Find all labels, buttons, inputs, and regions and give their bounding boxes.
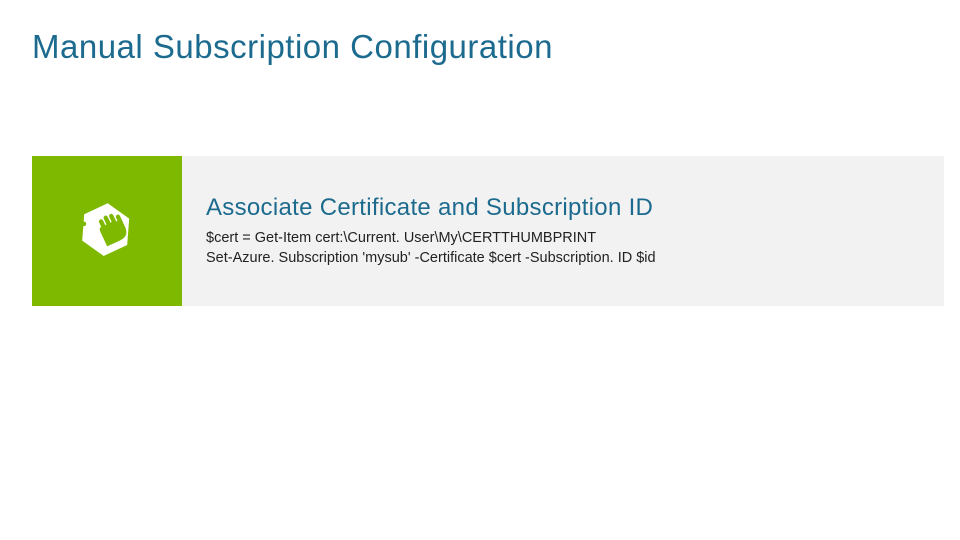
section-heading: Associate Certificate and Subscription I… [206,194,920,222]
text-panel: Associate Certificate and Subscription I… [182,156,944,306]
code-line-2: Set-Azure. Subscription 'mysub' -Certifi… [206,248,920,268]
icon-tile [32,156,182,306]
page-title: Manual Subscription Configuration [32,28,553,66]
code-line-1: $cert = Get-Item cert:\Current. User\My\… [206,228,920,248]
content-row: Associate Certificate and Subscription I… [32,156,944,306]
tag-hand-icon [71,193,143,270]
